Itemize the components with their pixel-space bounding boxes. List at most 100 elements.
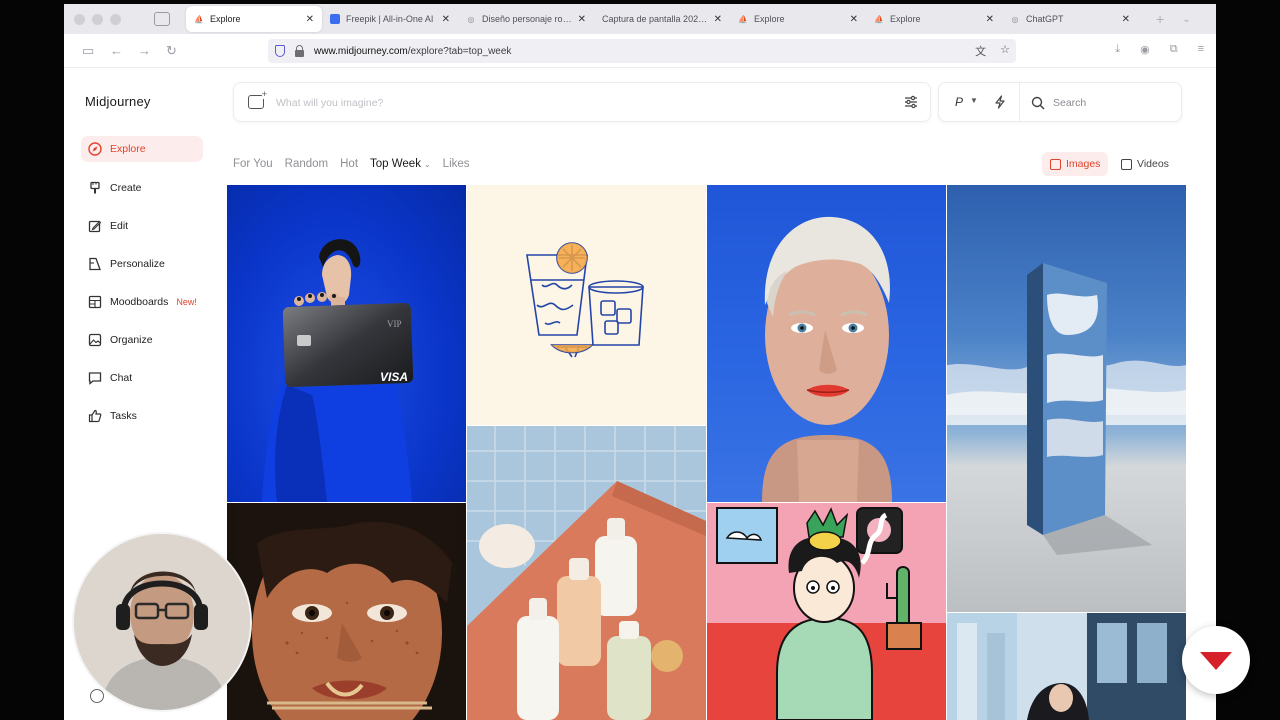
midjourney-favicon-icon: ⛵ — [194, 14, 204, 24]
lock-icon[interactable] — [295, 44, 304, 57]
search-icon[interactable] — [1031, 96, 1045, 110]
sidebar-item-tasks[interactable]: Tasks — [81, 403, 203, 429]
gallery-image-woman-visa-card[interactable]: VISA VIP — [227, 185, 466, 502]
sidebar-toggle-icon[interactable]: ▭ — [82, 43, 94, 59]
close-tab-icon[interactable]: ✕ — [578, 14, 586, 25]
tab-explore-1[interactable]: ⛵ Explore ✕ — [186, 6, 322, 32]
close-tab-icon[interactable]: ✕ — [714, 14, 722, 25]
translate-icon[interactable]: 文 — [975, 43, 986, 59]
sidebar-item-label: Tasks — [110, 410, 137, 422]
sidebar-item-edit[interactable]: Edit — [81, 213, 203, 239]
back-arrow-icon[interactable]: ← — [110, 43, 123, 58]
moodboard-icon — [88, 295, 102, 309]
tracking-shield-icon[interactable] — [275, 45, 285, 57]
freepik-favicon-icon — [330, 14, 340, 24]
gallery-image-woman-train[interactable] — [947, 613, 1186, 720]
tab-freepik[interactable]: Freepik | All-in-One AI ✕ — [322, 6, 458, 32]
zoom-window-button[interactable] — [110, 13, 121, 25]
channel-logo-badge — [1182, 626, 1250, 694]
midjourney-favicon-icon: ⛵ — [738, 14, 748, 24]
menu-icon[interactable]: ≡ — [1198, 43, 1204, 56]
close-tab-icon[interactable]: ✕ — [850, 14, 858, 25]
sidebar-item-moodboards[interactable]: Moodboards New! — [81, 289, 203, 315]
midjourney-app: Midjourney Explore Create Edit Personali… — [64, 68, 1216, 720]
account-icon[interactable] — [90, 689, 104, 703]
download-icon[interactable]: ⤓ — [1115, 43, 1120, 56]
tab-overview-icon[interactable] — [154, 12, 170, 26]
sidebar-item-create[interactable]: Create — [81, 175, 203, 201]
gallery-image-drink-illustration[interactable] — [467, 185, 706, 425]
sidebar-item-label: Explore — [110, 143, 146, 155]
add-image-icon[interactable] — [248, 89, 268, 109]
chevron-down-icon[interactable]: ▼ — [970, 96, 978, 105]
image-icon — [88, 333, 102, 347]
prompt-placeholder[interactable]: What will you imagine? — [276, 97, 383, 109]
url-path: /explore?tab=top_week — [407, 45, 512, 57]
images-toggle-label: Images — [1066, 158, 1101, 170]
tab-list-chevron-icon[interactable]: ⌄ — [1182, 14, 1190, 25]
close-tab-icon[interactable]: ✕ — [986, 14, 994, 25]
brand-logo[interactable]: Midjourney — [85, 94, 151, 109]
tab-title: Explore — [754, 14, 785, 24]
tab-chatgpt[interactable]: ◎ ChatGPT ✕ — [1002, 6, 1138, 32]
tab-random[interactable]: Random — [285, 158, 328, 170]
tab-top-week[interactable]: Top Week ⌄ — [370, 158, 431, 170]
new-tab-button[interactable]: + — [1156, 11, 1164, 27]
close-window-button[interactable] — [74, 13, 85, 25]
sidebar-item-label: Organize — [110, 334, 153, 346]
gallery-image-skincare-bottles[interactable] — [467, 426, 706, 720]
extension-icon[interactable]: ◉ — [1140, 43, 1150, 56]
images-toggle[interactable]: Images — [1042, 152, 1109, 176]
tab-explore-2[interactable]: ⛵ Explore ✕ — [730, 6, 866, 32]
tab-title: Captura de pantalla 2025-… — [602, 14, 710, 24]
videos-toggle-label: Videos — [1137, 158, 1169, 170]
tab-title: Explore — [210, 14, 241, 24]
search-input[interactable]: Search — [1053, 97, 1086, 109]
window-controls — [74, 13, 144, 25]
close-tab-icon[interactable]: ✕ — [306, 14, 314, 25]
gallery-image-mirror-monolith[interactable] — [947, 185, 1186, 612]
divider — [1019, 83, 1020, 121]
tab-for-you[interactable]: For You — [233, 158, 273, 170]
card-vip-text: VIP — [387, 319, 402, 329]
tab-captura[interactable]: Captura de pantalla 2025-… ✕ — [594, 6, 730, 32]
tab-diseno[interactable]: ◎ Diseño personaje rom… ✕ — [458, 6, 594, 32]
explore-filter-tabs: For You Random Hot Top Week ⌄ Likes — [233, 158, 470, 170]
reload-icon[interactable]: ↻ — [166, 43, 177, 59]
address-bar[interactable]: www.midjourney.com/explore?tab=top_week … — [268, 39, 1016, 63]
compass-icon — [88, 142, 102, 156]
bolt-icon[interactable] — [993, 95, 1007, 109]
videos-toggle[interactable]: Videos — [1113, 152, 1177, 176]
sidebar-item-chat[interactable]: Chat — [81, 365, 203, 391]
tab-title: ChatGPT — [1026, 14, 1064, 24]
tab-explore-3[interactable]: ⛵ Explore ✕ — [866, 6, 1002, 32]
sidebar-item-explore[interactable]: Explore — [81, 136, 203, 162]
thumbs-up-icon — [88, 409, 102, 423]
forward-arrow-icon[interactable]: → — [138, 43, 151, 58]
prompt-tools: P ▼ Search — [938, 82, 1182, 122]
personalize-icon — [88, 257, 102, 271]
sidebar-item-label: Edit — [110, 220, 129, 232]
chatgpt-favicon-icon: ◎ — [467, 14, 475, 24]
brush-icon — [88, 181, 102, 195]
bookmark-star-icon[interactable]: ☆ — [1000, 43, 1010, 59]
prompt-bar[interactable]: What will you imagine? — [233, 82, 931, 122]
gallery-image-blond-man-portrait[interactable] — [707, 185, 946, 502]
presenter-webcam-overlay — [72, 532, 252, 712]
profile-selector[interactable]: P — [955, 95, 963, 109]
tab-hot[interactable]: Hot — [340, 158, 358, 170]
gallery-image-cartoon-man[interactable] — [707, 503, 946, 720]
close-tab-icon[interactable]: ✕ — [442, 14, 450, 25]
tab-likes[interactable]: Likes — [443, 158, 470, 170]
sidebar-item-personalize[interactable]: Personalize — [81, 251, 203, 277]
close-tab-icon[interactable]: ✕ — [1122, 14, 1130, 25]
sidebar-item-label: Moodboards — [110, 296, 169, 308]
extensions-puzzle-icon[interactable]: ⧉ — [1170, 43, 1178, 56]
gallery-image-freckled-woman[interactable] — [227, 503, 466, 720]
minimize-window-button[interactable] — [92, 13, 103, 25]
settings-sliders-icon[interactable] — [904, 95, 918, 109]
new-badge: New! — [176, 297, 197, 307]
sidebar-item-organize[interactable]: Organize — [81, 327, 203, 353]
visa-logo-text: VISA — [380, 370, 408, 384]
video-icon — [1121, 158, 1132, 170]
